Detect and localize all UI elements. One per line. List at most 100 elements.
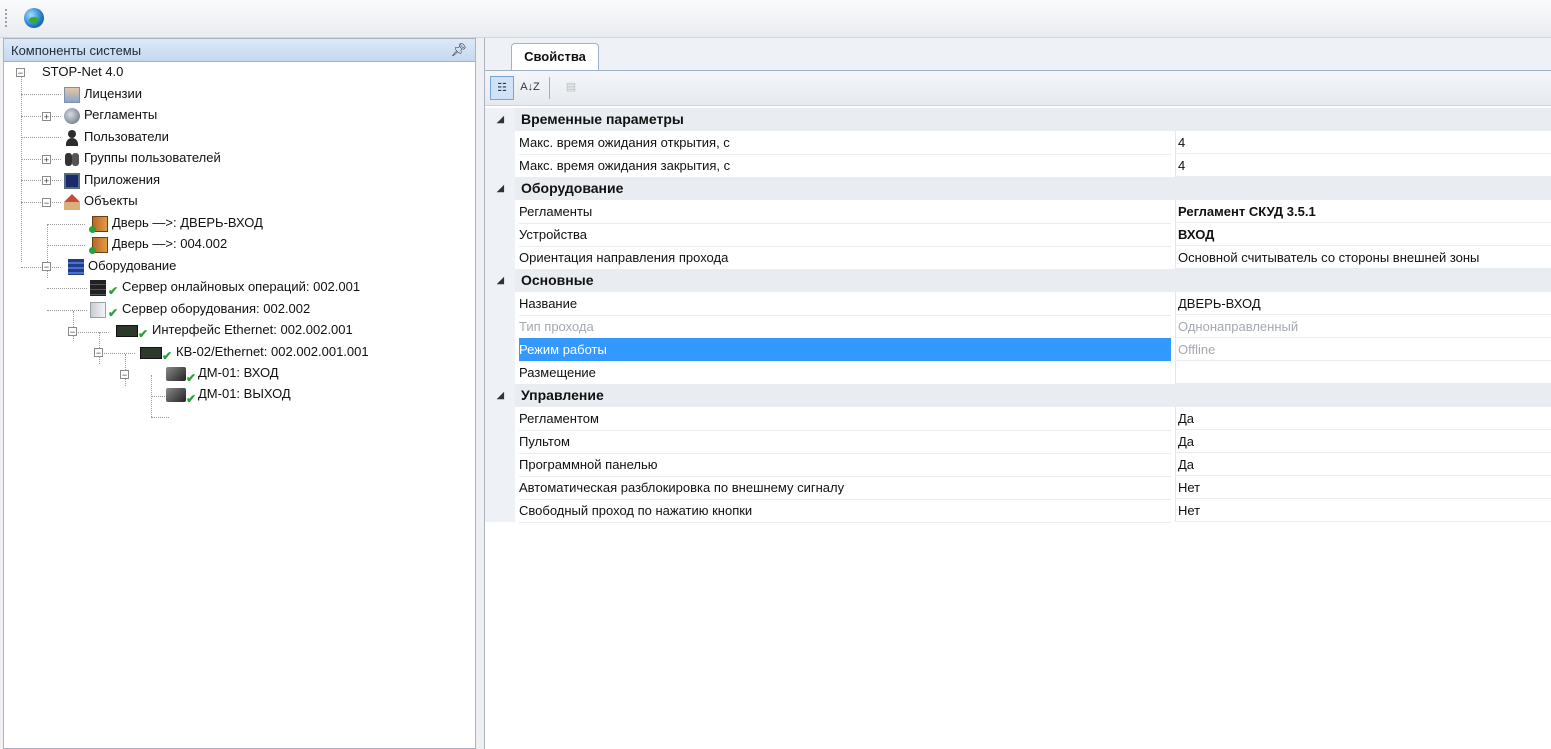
applications-expander[interactable]: +: [42, 176, 51, 186]
server-icon: [90, 301, 106, 318]
tree-item-dm-exit-label: ДМ-01: ВЫХОД: [198, 386, 291, 401]
components-panel-header: Компоненты системы 📌︎: [4, 39, 475, 62]
property-value[interactable]: Offline: [1175, 338, 1551, 361]
property-name: Регламентом: [519, 407, 1171, 431]
property-row[interactable]: Пультом Да: [485, 430, 1551, 454]
collapse-arrow-icon[interactable]: ◢: [497, 177, 504, 200]
property-value[interactable]: Нет: [1175, 499, 1551, 522]
property-row[interactable]: Программной панелью Да: [485, 453, 1551, 477]
tree-item-equipment[interactable]: Оборудование: [68, 256, 176, 276]
root-expander[interactable]: −: [16, 68, 25, 78]
property-name: Название: [519, 292, 1171, 316]
door-icon: [89, 215, 108, 233]
property-name: Макс. время ожидания открытия, с: [519, 131, 1171, 155]
property-pages-icon[interactable]: ▤: [559, 76, 583, 100]
license-icon: [64, 86, 80, 103]
property-row[interactable]: Макс. время ожидания открытия, с4: [485, 131, 1551, 155]
category-equipment[interactable]: ◢ Оборудование: [485, 177, 1551, 200]
collapse-arrow-icon[interactable]: ◢: [497, 269, 504, 292]
property-name: Размещение: [519, 361, 1171, 385]
tree-item-root[interactable]: STOP-Net 4.0: [42, 62, 123, 82]
tree-item-user-groups[interactable]: Группы пользователей: [64, 148, 221, 168]
reglament-icon: [64, 107, 80, 124]
property-value[interactable]: 4: [1175, 154, 1551, 177]
property-row[interactable]: Тип прохода Однонаправленный: [485, 315, 1551, 339]
category-time-params[interactable]: ◢ Временные параметры: [485, 108, 1551, 131]
tree-item-dm-exit[interactable]: ✔ ДМ-01: ВЫХОД: [166, 384, 291, 406]
property-value[interactable]: Да: [1175, 407, 1551, 430]
tree-item-users-label: Пользователи: [84, 129, 169, 144]
property-value[interactable]: ВХОД: [1175, 223, 1551, 246]
property-row[interactable]: Свободный проход по нажатию кнопки Нет: [485, 499, 1551, 523]
equipment-rack-icon: [68, 258, 84, 275]
tree-item-applications-label: Приложения: [84, 172, 161, 187]
property-row[interactable]: Макс. время ожидания закрытия, с4: [485, 154, 1551, 178]
tree-item-equipment-label: Оборудование: [88, 258, 177, 273]
property-value[interactable]: 4: [1175, 131, 1551, 154]
category-main[interactable]: ◢ Основные: [485, 269, 1551, 292]
user-group-icon: [64, 151, 80, 167]
tree-item-licenses[interactable]: Лицензии: [64, 84, 142, 104]
property-value[interactable]: ДВЕРЬ-ВХОД: [1175, 292, 1551, 315]
tree-item-user-groups-label: Группы пользователей: [84, 150, 221, 165]
tree-item-reglaments[interactable]: Регламенты: [64, 105, 157, 125]
status-ok-icon: ✔: [186, 392, 197, 406]
objects-expander[interactable]: −: [42, 198, 51, 208]
category-control[interactable]: ◢ Управление: [485, 384, 1551, 407]
collapse-arrow-icon[interactable]: ◢: [497, 384, 504, 407]
collapse-arrow-icon[interactable]: ◢: [497, 108, 504, 131]
property-row[interactable]: Регламенты Регламент СКУД 3.5.1: [485, 200, 1551, 224]
user-groups-expander[interactable]: +: [42, 155, 51, 165]
tabstrip: Свойства: [485, 38, 1551, 71]
tree-item-equipment-server[interactable]: ✔ Сервер оборудования: 002.002: [90, 299, 311, 320]
server-icon: [90, 279, 106, 296]
property-grid: ◢ Временные параметры Макс. время ожидани…: [485, 108, 1551, 523]
tree-item-door-2[interactable]: Дверь —>: 004.002: [89, 234, 227, 254]
property-value[interactable]: Да: [1175, 453, 1551, 476]
property-row[interactable]: Ориентация направления прохода Основной с…: [485, 246, 1551, 270]
categorized-icon[interactable]: ☷: [490, 76, 514, 100]
tree-item-objects[interactable]: Объекты: [64, 191, 138, 211]
tab-properties[interactable]: Свойства: [511, 43, 599, 70]
property-name: Программной панелью: [519, 453, 1171, 477]
category-label: Управление: [521, 387, 604, 403]
pin-icon[interactable]: 📌︎: [450, 42, 467, 58]
components-panel: Компоненты системы 📌︎ − STOP-Net 4.0 Лиц…: [3, 38, 476, 749]
property-row[interactable]: Регламентом Да: [485, 407, 1551, 431]
tree-item-dm-entry[interactable]: ✔ ДМ-01: ВХОД: [166, 363, 279, 385]
property-value[interactable]: Однонаправленный: [1175, 315, 1551, 338]
tree-item-ethernet-interface-label: Интерфейс Ethernet: 002.002.001: [152, 322, 353, 337]
sort-alphabetical-icon[interactable]: А↓Z: [518, 76, 542, 100]
tree-item-applications[interactable]: Приложения: [64, 170, 160, 190]
user-icon: [64, 129, 80, 146]
property-row[interactable]: Автоматическая разблокировка по внешнему…: [485, 476, 1551, 500]
tree-item-online-server[interactable]: ✔ Сервер онлайновых операций: 002.001: [90, 277, 361, 298]
property-name: Пультом: [519, 430, 1171, 454]
tree-item-equipment-server-label: Сервер оборудования: 002.002: [122, 301, 311, 316]
components-panel-title: Компоненты системы: [11, 43, 142, 58]
door-icon: [89, 236, 108, 254]
tree-item-kb02[interactable]: ✔ КВ-02/Ethernet: 002.002.001.001: [140, 342, 369, 363]
property-value[interactable]: Основной считыватель со стороны внешней …: [1175, 246, 1551, 269]
tree-item-ethernet-interface[interactable]: ✔ Интерфейс Ethernet: 002.002.001: [116, 320, 353, 341]
property-row[interactable]: Название ДВЕРЬ-ВХОД: [485, 292, 1551, 316]
tree-item-door-entry[interactable]: Дверь —>: ДВЕРЬ-ВХОД: [89, 213, 263, 233]
reglaments-expander[interactable]: +: [42, 112, 51, 122]
property-value[interactable]: Нет: [1175, 476, 1551, 499]
globe-icon[interactable]: [24, 8, 44, 28]
ethernet-expander[interactable]: −: [94, 348, 103, 358]
equipment-expander[interactable]: −: [42, 262, 51, 272]
property-row[interactable]: Размещение: [485, 361, 1551, 385]
tree-item-reglaments-label: Регламенты: [84, 107, 158, 122]
property-row[interactable]: Устройства ВХОД: [485, 223, 1551, 247]
property-value[interactable]: [1175, 361, 1551, 384]
tree-item-users[interactable]: Пользователи: [64, 127, 169, 147]
property-row-selected[interactable]: Режим работы Offline: [485, 338, 1551, 362]
property-value[interactable]: Регламент СКУД 3.5.1: [1175, 200, 1551, 223]
equipment-server-expander[interactable]: −: [68, 327, 77, 337]
property-name: Ориентация направления прохода: [519, 246, 1171, 270]
toolbar-grip[interactable]: [5, 9, 10, 27]
kb02-expander[interactable]: −: [120, 370, 129, 380]
tree-item-online-server-label: Сервер онлайновых операций: 002.001: [122, 279, 361, 294]
property-value[interactable]: Да: [1175, 430, 1551, 453]
